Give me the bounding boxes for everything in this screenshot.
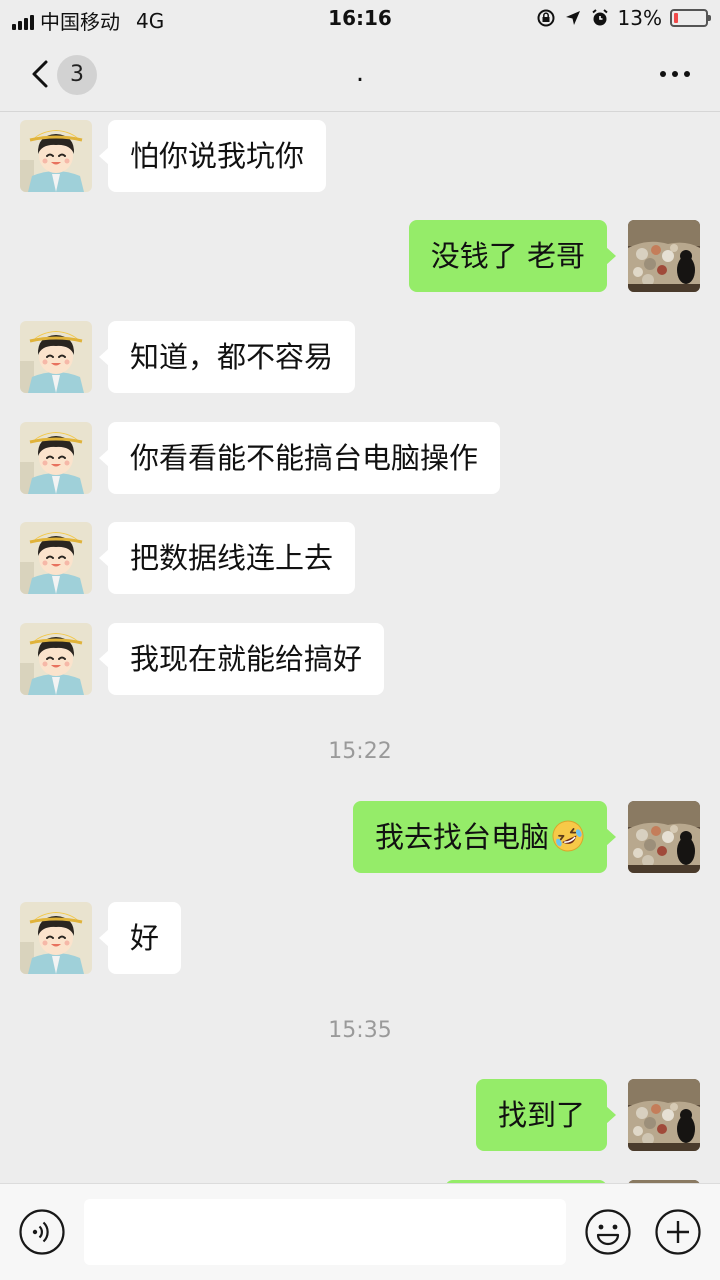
plus-icon[interactable] (654, 1208, 702, 1256)
contact-avatar[interactable] (20, 623, 92, 695)
emoji-icon[interactable] (584, 1208, 632, 1256)
message-text: 我去找台电脑 (374, 820, 549, 854)
chat-title: . (355, 58, 365, 88)
outgoing-message-bubble[interactable]: 没钱了 老哥 (408, 220, 617, 292)
message-text: 知道，都不容易 (130, 340, 334, 374)
alarm-icon (591, 9, 608, 26)
contact-avatar[interactable] (20, 422, 92, 494)
chat-header: 3 . (0, 38, 720, 112)
message-text: 怕你说我坑你 (130, 139, 305, 173)
message-text: 找到了 (497, 1098, 585, 1132)
location-icon (565, 11, 580, 25)
contact-avatar[interactable] (20, 522, 92, 594)
battery-fill (674, 13, 678, 23)
incoming-message-bubble[interactable]: 怕你说我坑你 (98, 120, 327, 192)
lock-rotation-icon (537, 9, 555, 27)
incoming-message-bubble[interactable]: 把数据线连上去 (98, 522, 356, 594)
incoming-message-bubble[interactable]: 知道，都不容易 (98, 321, 356, 393)
message-text: 没钱了 老哥 (430, 239, 585, 273)
battery-percent: 13% (617, 6, 662, 30)
incoming-message-bubble[interactable]: 你看看能不能搞台电脑操作 (98, 422, 501, 494)
message-text: 你看看能不能搞台电脑操作 (130, 441, 479, 475)
message-input[interactable] (84, 1199, 566, 1265)
my-avatar[interactable] (628, 1079, 700, 1151)
status-right: 13% (536, 6, 711, 30)
voice-icon[interactable] (18, 1208, 66, 1256)
incoming-message-bubble[interactable]: 我现在就能给搞好 (98, 623, 385, 695)
message-timestamp: 15:22 (328, 739, 392, 764)
contact-avatar[interactable] (20, 902, 92, 974)
more-icon[interactable] (660, 71, 690, 77)
message-timestamp: 15:35 (328, 1018, 392, 1043)
contact-avatar[interactable] (20, 321, 92, 393)
rolling-laughing-emoji-icon (552, 820, 584, 852)
status-bar: 中国移动 4G 16:16 13% (0, 0, 720, 38)
contact-avatar[interactable] (20, 120, 92, 192)
incoming-message-bubble[interactable]: 好 (98, 902, 182, 974)
message-text: 好 (130, 921, 160, 955)
message-text: 把数据线连上去 (130, 541, 334, 575)
battery-icon (670, 9, 711, 27)
message-list[interactable]: 怕你说我坑你没钱了 老哥知道，都不容易你看看能不能搞台电脑操作 把数据线连上去 我现… (0, 112, 720, 1183)
outgoing-message-bubble[interactable]: 找到了 (475, 1079, 617, 1151)
my-avatar[interactable] (628, 801, 700, 873)
input-bar (0, 1183, 720, 1280)
my-avatar[interactable] (628, 220, 700, 292)
message-text: 我现在就能给搞好 (130, 642, 363, 676)
outgoing-message-bubble[interactable]: 我去找台电脑 (352, 801, 617, 873)
